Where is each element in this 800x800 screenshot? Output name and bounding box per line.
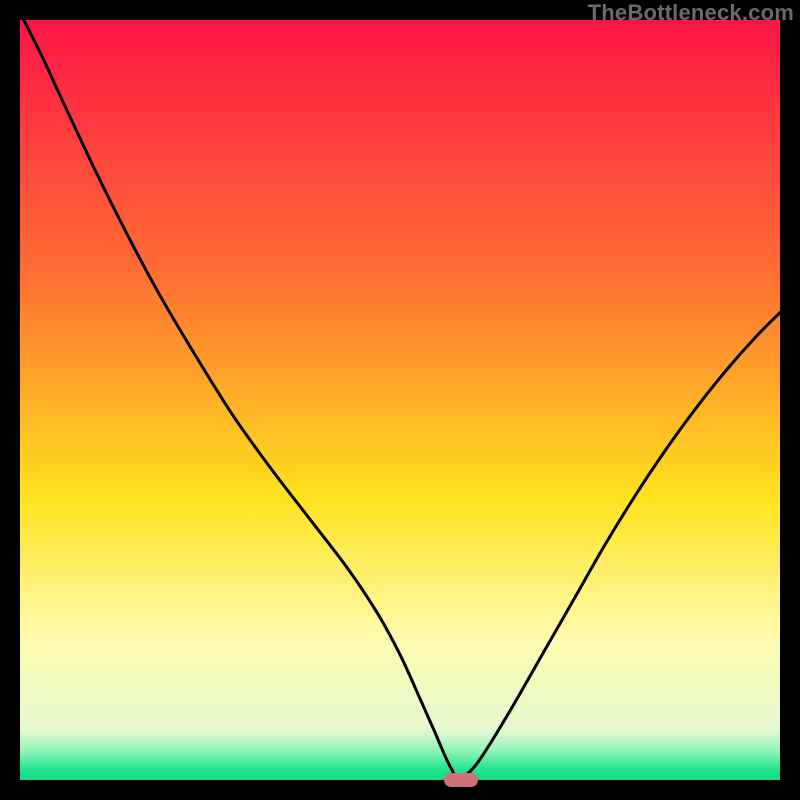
- chart-frame: TheBottleneck.com: [0, 0, 800, 800]
- optimal-marker: [444, 773, 478, 787]
- bottleneck-curve: [20, 20, 780, 780]
- watermark-text: TheBottleneck.com: [588, 0, 794, 26]
- plot-area: [20, 20, 780, 780]
